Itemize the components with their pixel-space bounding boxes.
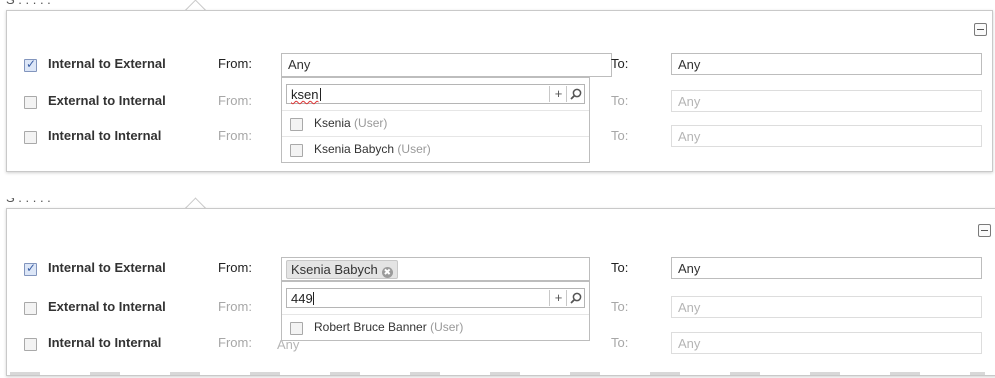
to-label: To:: [611, 260, 629, 275]
collapse-button[interactable]: [978, 224, 991, 237]
from-label: From:: [218, 260, 252, 275]
search-result-item[interactable]: Ksenia Babych (User): [282, 136, 589, 163]
result-name: Robert Bruce Banner: [314, 320, 427, 334]
result-type: (User): [397, 142, 431, 156]
search-input-value: 449: [291, 291, 313, 306]
to-field-value: Any: [678, 129, 701, 144]
from-field-value: Any: [288, 57, 311, 72]
result-label: Ksenia Babych (User): [314, 142, 431, 156]
result-checkbox[interactable]: [290, 322, 303, 335]
to-label-disabled: To:: [611, 335, 629, 350]
search-result-item[interactable]: Ksenia (User): [282, 110, 589, 137]
user-search-dropdown: ksen + Ksenia (User) Ksenia Babych (User…: [281, 77, 590, 163]
internal-to-external-label: Internal to External: [48, 260, 166, 275]
to-label-disabled: To:: [611, 93, 629, 108]
user-search-input[interactable]: 449 +: [286, 288, 585, 308]
result-name: Ksenia: [314, 116, 351, 130]
to-field-value: Any: [678, 94, 701, 109]
to-field-disabled: Any: [671, 90, 982, 112]
internal-to-internal-label: Internal to Internal: [48, 335, 162, 350]
add-button[interactable]: +: [549, 86, 567, 102]
search-result-item[interactable]: Robert Bruce Banner (User): [282, 314, 589, 341]
token-label: Ksenia Babych: [291, 262, 378, 277]
internal-to-internal-checkbox[interactable]: [24, 131, 37, 144]
text-caret: [320, 88, 321, 101]
ghost-text-left: S . . . . .: [6, 198, 51, 205]
user-search-dropdown: 449 + Robert Bruce Banner (User): [281, 281, 590, 341]
internal-to-external-checkbox[interactable]: [24, 261, 37, 276]
result-checkbox[interactable]: [290, 144, 303, 157]
row-internal-to-external: Internal to External From: Ksenia Babych…: [7, 257, 995, 283]
to-field-disabled: Any: [671, 332, 982, 354]
from-label-disabled: From:: [218, 128, 252, 143]
from-field[interactable]: Ksenia Babych ✖: [281, 257, 590, 281]
from-label: From:: [218, 56, 252, 71]
search-input-value: ksen: [291, 87, 319, 102]
direction-filter-panel: Internal to External From: Any To: Any E…: [6, 10, 993, 172]
internal-to-external-checkbox[interactable]: [24, 57, 37, 72]
external-to-internal-label: External to Internal: [48, 93, 166, 108]
search-icon[interactable]: [566, 86, 584, 102]
to-label-disabled: To:: [611, 128, 629, 143]
result-type: (User): [354, 116, 388, 130]
ghost-text-left: S . . . . .: [6, 0, 51, 7]
remove-token-icon[interactable]: ✖: [381, 267, 393, 278]
to-field-disabled: Any: [671, 296, 982, 318]
to-field-value: Any: [678, 261, 701, 276]
external-to-internal-checkbox[interactable]: [24, 302, 37, 315]
to-field[interactable]: Any: [671, 257, 982, 279]
external-to-internal-label: External to Internal: [48, 299, 166, 314]
internal-to-internal-checkbox[interactable]: [24, 338, 37, 351]
external-to-internal-checkbox[interactable]: [24, 96, 37, 109]
to-field-value: Any: [678, 300, 701, 315]
from-label-disabled: From:: [218, 335, 252, 350]
text-caret: [313, 292, 314, 305]
selected-user-token: Ksenia Babych ✖: [286, 260, 398, 279]
to-field-value: Any: [678, 336, 701, 351]
to-label-disabled: To:: [611, 299, 629, 314]
to-label: To:: [611, 56, 629, 71]
user-search-input[interactable]: ksen +: [286, 84, 585, 104]
row-internal-to-external: Internal to External From: Any To: Any: [7, 53, 992, 79]
result-type: (User): [430, 320, 464, 334]
add-button[interactable]: +: [549, 290, 567, 306]
internal-to-external-label: Internal to External: [48, 56, 166, 71]
result-label: Ksenia (User): [314, 116, 387, 130]
internal-to-internal-label: Internal to Internal: [48, 128, 162, 143]
search-icon[interactable]: [566, 290, 584, 306]
direction-filter-panel: Internal to External From: Ksenia Babych…: [6, 208, 995, 376]
from-label-disabled: From:: [218, 299, 252, 314]
result-checkbox[interactable]: [290, 118, 303, 131]
result-name: Ksenia Babych: [314, 142, 395, 156]
to-field-value: Any: [678, 57, 701, 72]
from-label-disabled: From:: [218, 93, 252, 108]
to-field[interactable]: Any: [671, 53, 982, 75]
result-label: Robert Bruce Banner (User): [314, 320, 463, 334]
collapse-button[interactable]: [974, 23, 987, 36]
table-background-ghost: [10, 372, 985, 375]
to-field-disabled: Any: [671, 125, 982, 147]
from-field[interactable]: Any: [281, 53, 612, 77]
